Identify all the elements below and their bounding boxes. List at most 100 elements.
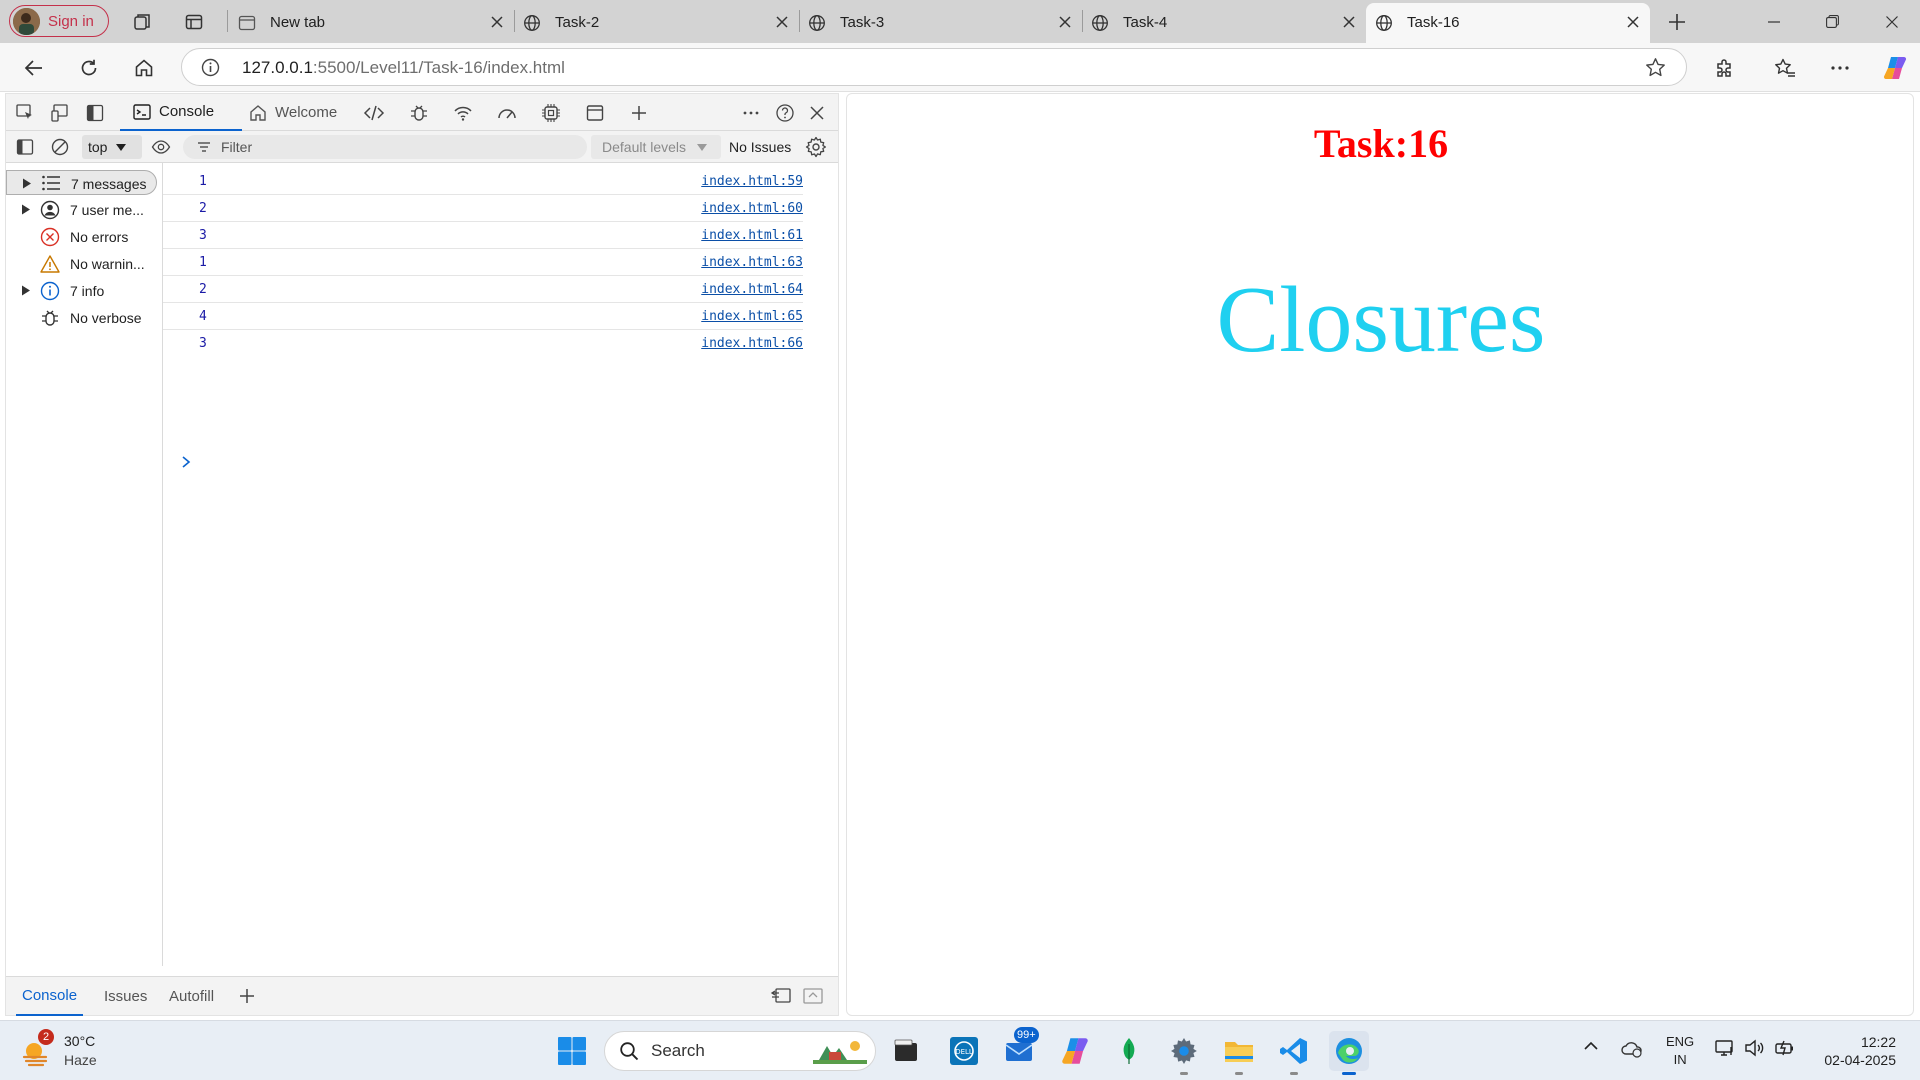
minimize-button[interactable] xyxy=(1744,0,1803,43)
sidebar-item-errors[interactable]: No errors xyxy=(6,224,163,249)
close-devtools-button[interactable] xyxy=(806,102,828,124)
tab-actions-button[interactable] xyxy=(181,9,207,35)
refresh-button[interactable] xyxy=(74,53,104,83)
tray-onedrive[interactable] xyxy=(1620,1037,1644,1059)
issues-counter[interactable]: No Issues xyxy=(729,139,791,155)
show-hidden-icons-button[interactable] xyxy=(1582,1039,1600,1053)
close-icon[interactable] xyxy=(775,15,789,29)
log-source-link[interactable]: index.html:64 xyxy=(701,282,803,297)
language-indicator[interactable]: ENG IN xyxy=(1666,1033,1694,1069)
log-source-link[interactable]: index.html:65 xyxy=(701,309,803,324)
log-source-link[interactable]: index.html:60 xyxy=(701,201,803,216)
sidebar-item-warnings[interactable]: No warnin... xyxy=(6,251,163,276)
copilot-button[interactable] xyxy=(1880,53,1910,83)
inspect-element-button[interactable] xyxy=(14,102,36,124)
log-source-link[interactable]: index.html:61 xyxy=(701,228,803,243)
tab-console[interactable]: Console xyxy=(120,94,242,131)
close-icon[interactable] xyxy=(490,15,504,29)
taskbar-app-mail[interactable]: 99+ xyxy=(1000,1027,1040,1071)
close-icon[interactable] xyxy=(1342,15,1356,29)
clear-console-button[interactable] xyxy=(49,136,71,158)
tab-task-3[interactable]: Task-3 xyxy=(799,3,1082,43)
sidebar-item-info[interactable]: 7 info xyxy=(6,278,163,303)
home-button[interactable] xyxy=(129,53,159,83)
gear-icon[interactable] xyxy=(805,136,827,158)
more-tools-button[interactable] xyxy=(628,102,650,124)
help-button[interactable] xyxy=(774,102,796,124)
log-source-link[interactable]: index.html:63 xyxy=(701,255,803,270)
sidebar-item-messages[interactable]: 7 messages xyxy=(6,170,157,195)
globe-icon xyxy=(1092,15,1108,31)
restore-button[interactable] xyxy=(1803,0,1862,43)
close-drawer-button[interactable] xyxy=(802,985,824,1007)
dock-drawer-button[interactable] xyxy=(770,985,792,1007)
tab-title: Task-16 xyxy=(1407,14,1460,31)
close-icon[interactable] xyxy=(1626,15,1640,29)
sidebar-item-verbose[interactable]: No verbose xyxy=(6,305,163,330)
console-icon xyxy=(133,103,151,120)
console-prompt[interactable] xyxy=(181,456,191,468)
sidebar-item-user-messages[interactable]: 7 user me... xyxy=(6,197,163,222)
taskbar-app-settings[interactable] xyxy=(1164,1031,1204,1075)
taskbar-app-dell[interactable]: DELL xyxy=(944,1031,984,1071)
devtools-tab-bar: Console Welcome xyxy=(6,94,838,131)
tab-new-tab[interactable]: New tab xyxy=(229,3,514,43)
start-button[interactable] xyxy=(552,1031,592,1071)
new-tab-button[interactable] xyxy=(1664,9,1690,35)
back-button[interactable] xyxy=(19,53,49,83)
drawer-tab-autofill[interactable]: Autofill xyxy=(163,977,220,1016)
taskbar-app-mongodb[interactable] xyxy=(1109,1031,1149,1071)
add-drawer-tool-button[interactable] xyxy=(236,985,258,1007)
tab-network[interactable] xyxy=(452,102,474,124)
tab-task-4[interactable]: Task-4 xyxy=(1082,3,1366,43)
workspaces-button[interactable] xyxy=(129,9,155,35)
log-levels-dropdown[interactable]: Default levels xyxy=(591,135,721,159)
tray-battery[interactable] xyxy=(1774,1038,1796,1058)
weather-widget[interactable]: 2 30°C Haze xyxy=(20,1029,140,1073)
tab-application[interactable] xyxy=(584,102,606,124)
filter-input[interactable]: Filter xyxy=(183,135,587,159)
tab-sources[interactable] xyxy=(408,102,430,124)
tray-volume[interactable] xyxy=(1744,1038,1766,1058)
taskbar-app-edge[interactable] xyxy=(1329,1031,1369,1075)
dock-side-button[interactable] xyxy=(84,102,106,124)
expand-arrow-icon[interactable] xyxy=(21,204,31,215)
console-message: 3 index.html:66 xyxy=(163,330,803,357)
extensions-button[interactable] xyxy=(1710,53,1740,83)
taskbar-search[interactable]: Search xyxy=(604,1031,876,1071)
taskbar-app-terminal[interactable] xyxy=(886,1031,926,1071)
favorites-button[interactable] xyxy=(1770,53,1800,83)
expand-arrow-icon[interactable] xyxy=(21,285,31,296)
taskbar-app-file-explorer[interactable] xyxy=(1219,1031,1259,1075)
more-menu-button[interactable] xyxy=(1825,53,1855,83)
tab-welcome[interactable]: Welcome xyxy=(246,94,346,131)
running-indicator xyxy=(1235,1072,1243,1075)
close-icon[interactable] xyxy=(1058,15,1072,29)
live-expression-button[interactable] xyxy=(150,136,172,158)
device-emulation-button[interactable] xyxy=(49,102,71,124)
tab-elements[interactable] xyxy=(363,102,385,124)
expand-arrow-icon[interactable] xyxy=(22,178,32,189)
drawer-tab-issues[interactable]: Issues xyxy=(98,977,153,1016)
show-sidebar-button[interactable] xyxy=(14,136,36,158)
url-text[interactable]: 127.0.0.1:5500/Level11/Task-16/index.htm… xyxy=(242,58,565,78)
clock[interactable]: 12:22 02-04-2025 xyxy=(1800,1033,1896,1069)
tab-performance[interactable] xyxy=(496,102,518,124)
clock-time: 12:22 xyxy=(1860,1034,1896,1050)
drawer-tab-console[interactable]: Console xyxy=(16,977,84,1016)
taskbar-app-vscode[interactable] xyxy=(1274,1031,1314,1075)
tab-memory[interactable] xyxy=(540,102,562,124)
favorite-star-icon[interactable] xyxy=(1645,57,1666,78)
devtools-menu-button[interactable] xyxy=(740,102,762,124)
tab-task-16[interactable]: Task-16 xyxy=(1366,3,1650,43)
address-bar[interactable]: 127.0.0.1:5500/Level11/Task-16/index.htm… xyxy=(181,48,1687,86)
log-source-link[interactable]: index.html:66 xyxy=(701,336,803,351)
tray-network[interactable] xyxy=(1714,1038,1736,1058)
close-window-button[interactable] xyxy=(1862,0,1920,43)
log-source-link[interactable]: index.html:59 xyxy=(701,174,803,189)
tab-task-2[interactable]: Task-2 xyxy=(514,3,799,43)
taskbar-app-copilot[interactable] xyxy=(1055,1031,1095,1071)
info-icon[interactable] xyxy=(201,58,220,77)
profile-button[interactable]: Sign in xyxy=(9,5,109,37)
context-selector[interactable]: top xyxy=(82,135,142,159)
